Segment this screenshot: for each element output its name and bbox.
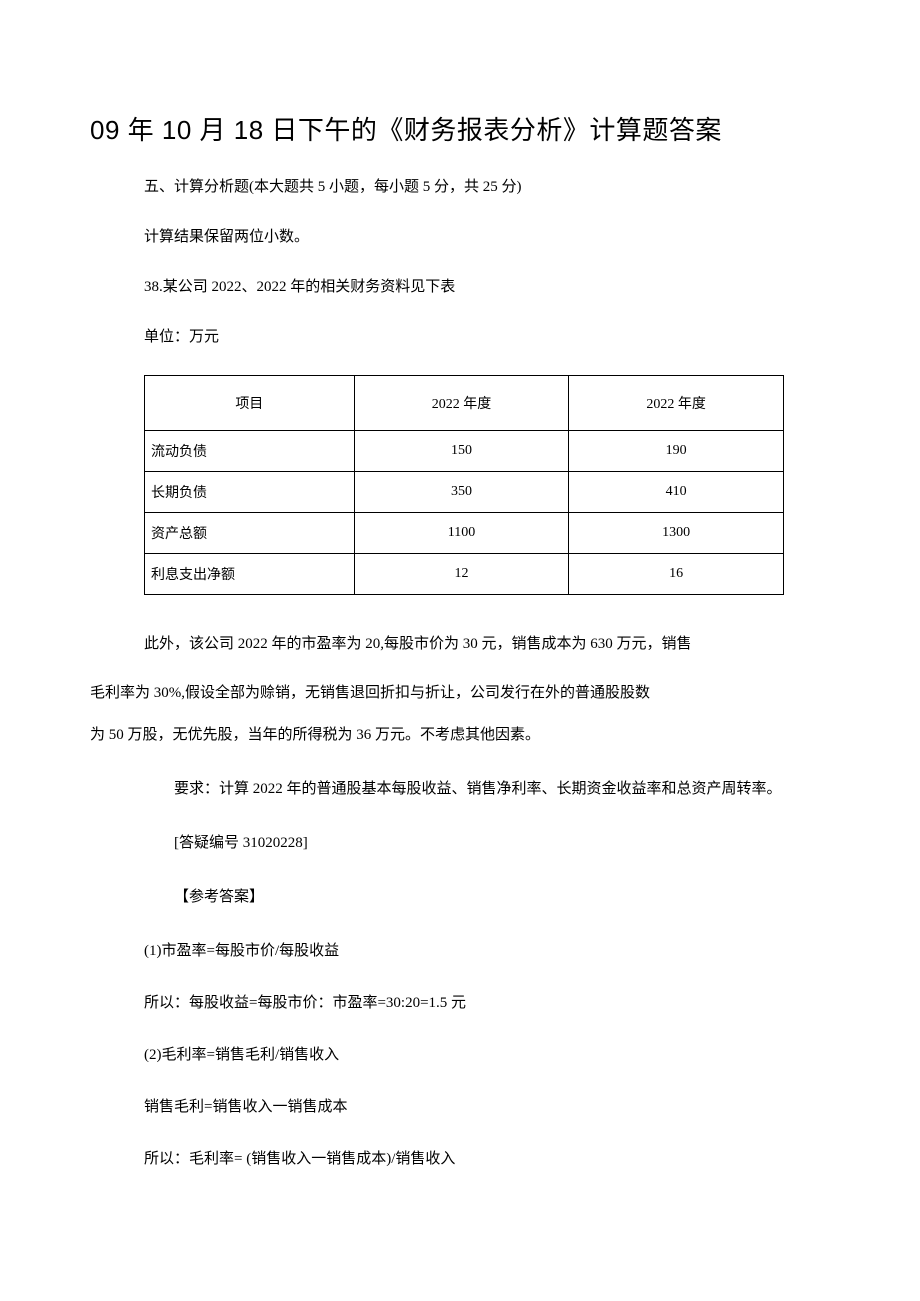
question-intro: 38.某公司 2022、2022 年的相关财务资料见下表: [90, 275, 830, 299]
context-line-2: 毛利率为 30%,假设全部为赊销，无销售退回折扣与折让，公司发行在外的普通股股数: [90, 685, 650, 701]
row-label: 长期负债: [145, 472, 355, 513]
table-header-item: 项目: [145, 376, 355, 431]
context-line-1: 此外，该公司 2022 年的市盈率为 20,每股市价为 30 元，销售成本为 6…: [144, 636, 692, 652]
answer-line: 所以：毛利率= (销售收入一销售成本)/销售收入: [90, 1147, 830, 1171]
context-paragraph-3: 为 50 万股，无优先股，当年的所得税为 36 万元。不考虑其他因素。: [90, 723, 830, 747]
row-value: 190: [569, 431, 784, 472]
requirement-text: 要求：计算 2022 年的普通股基本每股收益、销售净利率、长期资金收益率和总资产…: [90, 777, 830, 801]
answer-label: 【参考答案】: [90, 885, 830, 909]
row-value: 150: [354, 431, 569, 472]
row-value: 410: [569, 472, 784, 513]
answer-line: (2)毛利率=销售毛利/销售收入: [90, 1043, 830, 1067]
document-title: 09 年 10 月 18 日下午的《财务报表分析》计算题答案: [90, 110, 830, 147]
reference-number: [答疑编号 31020228]: [90, 831, 830, 855]
row-value: 12: [354, 554, 569, 595]
context-paragraph: 此外，该公司 2022 年的市盈率为 20,每股市价为 30 元，销售成本为 6…: [90, 625, 830, 664]
answer-line: (1)市盈率=每股市价/每股收益: [90, 939, 830, 963]
table-row: 资产总额 1100 1300: [145, 513, 784, 554]
financial-data-table: 项目 2022 年度 2022 年度 流动负债 150 190 长期负债 350…: [144, 375, 784, 595]
answer-section: (1)市盈率=每股市价/每股收益 所以：每股收益=每股市价：市盈率=30:20=…: [90, 939, 830, 1171]
row-value: 1300: [569, 513, 784, 554]
row-value: 1100: [354, 513, 569, 554]
table-row: 利息支出净额 12 16: [145, 554, 784, 595]
table-header-row: 项目 2022 年度 2022 年度: [145, 376, 784, 431]
table-header-item: 2022 年度: [354, 376, 569, 431]
table-header-item: 2022 年度: [569, 376, 784, 431]
answer-line: 所以：每股收益=每股市价：市盈率=30:20=1.5 元: [90, 991, 830, 1015]
row-label: 资产总额: [145, 513, 355, 554]
unit-label: 单位：万元: [90, 325, 830, 349]
row-value: 16: [569, 554, 784, 595]
row-label: 流动负债: [145, 431, 355, 472]
section-heading: 五、计算分析题(本大题共 5 小题，每小题 5 分，共 25 分): [90, 175, 830, 199]
context-line-3: 为 50 万股，无优先股，当年的所得税为 36 万元。不考虑其他因素。: [90, 727, 540, 743]
precision-note: 计算结果保留两位小数。: [90, 225, 830, 249]
answer-line: 销售毛利=销售收入一销售成本: [90, 1095, 830, 1119]
table-row: 流动负债 150 190: [145, 431, 784, 472]
page-container: 09 年 10 月 18 日下午的《财务报表分析》计算题答案 五、计算分析题(本…: [0, 0, 920, 1301]
context-paragraph-2: 毛利率为 30%,假设全部为赊销，无销售退回折扣与折让，公司发行在外的普通股股数: [90, 674, 830, 713]
row-value: 350: [354, 472, 569, 513]
table-row: 长期负债 350 410: [145, 472, 784, 513]
row-label: 利息支出净额: [145, 554, 355, 595]
